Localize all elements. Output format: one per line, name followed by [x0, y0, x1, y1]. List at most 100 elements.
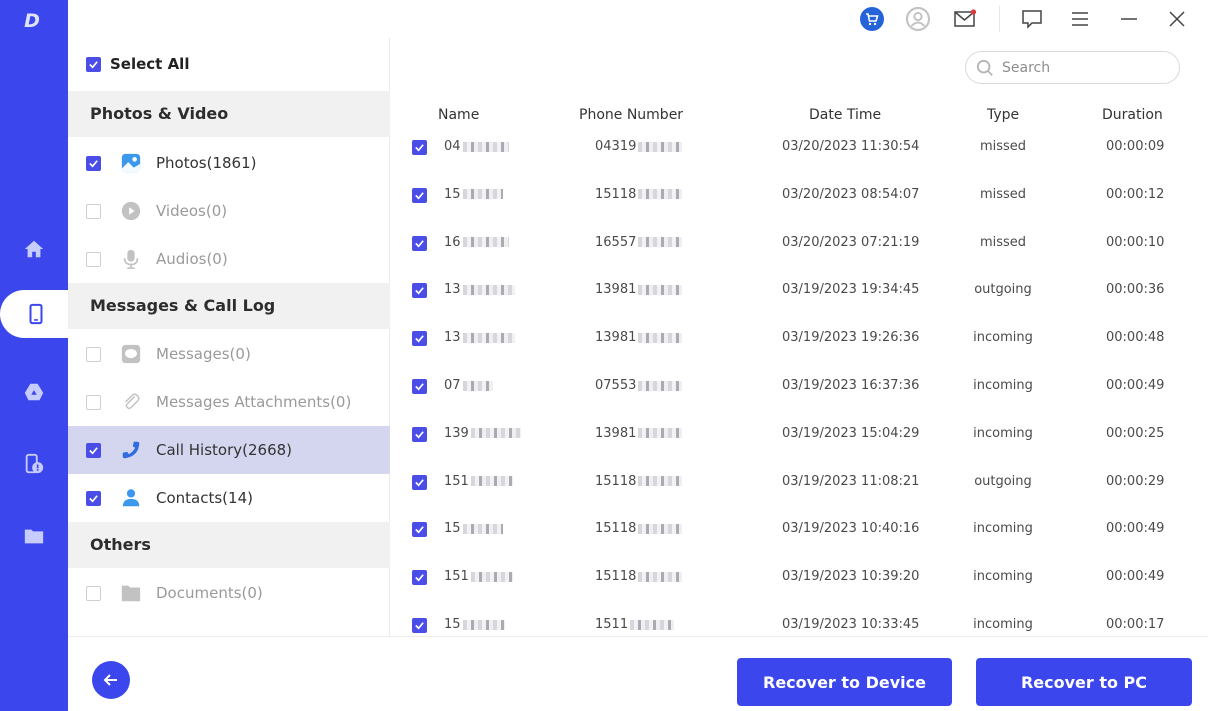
category-item-documents[interactable]: Documents(0)	[68, 569, 390, 617]
rail-item-device-alert[interactable]	[0, 440, 68, 488]
cell-name: 139	[444, 426, 521, 441]
group-header-others: Others	[68, 522, 390, 568]
row-checkbox[interactable]	[412, 187, 427, 203]
category-item-audios[interactable]: Audios(0)	[68, 235, 390, 283]
cell-type: incoming	[973, 617, 1033, 632]
category-item-contacts[interactable]: Contacts(14)	[68, 474, 390, 522]
checkbox[interactable]	[86, 56, 101, 72]
table-row[interactable]: 151 15118 03/19/2023 10:39:20 incoming 00:00…	[391, 569, 1208, 617]
left-nav-rail: D	[0, 0, 72, 711]
rail-item-google-drive[interactable]	[0, 368, 68, 416]
redacted-block	[470, 571, 513, 582]
cell-type: outgoing	[974, 473, 1032, 489]
search-input[interactable]	[1002, 59, 1162, 76]
cell-phone: 04319	[595, 139, 683, 154]
redacted-block	[462, 141, 509, 152]
checkbox[interactable]	[86, 490, 101, 506]
name-prefix: 15	[444, 186, 461, 202]
cell-datetime: 03/19/2023 10:39:20	[782, 569, 920, 585]
cell-duration: 00:00:36	[1106, 282, 1165, 298]
row-checkbox[interactable]	[412, 283, 427, 299]
category-item-call-history[interactable]: Call History(2668)	[68, 426, 390, 474]
minimize-button[interactable]	[1116, 6, 1142, 32]
menu-icon	[1072, 12, 1088, 26]
app-logo: D	[24, 10, 40, 32]
row-checkbox[interactable]	[412, 235, 427, 251]
name-prefix: 04	[444, 139, 461, 154]
name-prefix: 07	[444, 378, 461, 393]
close-button[interactable]	[1164, 6, 1190, 32]
table-row[interactable]: 04 04319 03/20/2023 11:30:54 missed 00:00:09	[391, 139, 1208, 187]
checkbox[interactable]	[86, 203, 101, 219]
phone-prefix: 13981	[595, 282, 637, 298]
recover-to-pc-button[interactable]: Recover to PC	[976, 658, 1192, 706]
feedback-button[interactable]	[1019, 6, 1045, 32]
row-checkbox[interactable]	[412, 570, 427, 586]
checkbox[interactable]	[86, 155, 101, 171]
paperclip-icon	[124, 393, 140, 410]
rail-item-device[interactable]	[0, 290, 72, 338]
back-button[interactable]	[92, 661, 130, 699]
row-checkbox[interactable]	[412, 379, 427, 394]
name-prefix: 15	[444, 617, 461, 632]
rail-item-home[interactable]	[0, 225, 68, 273]
row-checkbox[interactable]	[412, 140, 427, 155]
table-row[interactable]: 151 15118 03/19/2023 11:08:21 outgoing 00:00…	[391, 474, 1208, 522]
cart-button[interactable]	[859, 6, 885, 32]
recover-to-device-button[interactable]: Recover to Device	[737, 658, 952, 706]
cell-name: 15	[444, 617, 505, 632]
category-item-messages-attachments[interactable]: Messages Attachments(0)	[68, 378, 390, 426]
table-row[interactable]: 07 07553 03/19/2023 16:37:36 incoming 00:00:…	[391, 378, 1208, 426]
cell-datetime: 03/19/2023 15:04:29	[782, 425, 920, 441]
table-row[interactable]: 15 15118 03/19/2023 10:40:16 incoming 00:00:…	[391, 521, 1208, 569]
column-header-name[interactable]: Name	[438, 107, 479, 123]
table-row[interactable]: 139 13981 03/19/2023 15:04:29 incoming 00:00…	[391, 426, 1208, 474]
select-all-checkbox[interactable]: Select All	[86, 55, 189, 73]
cell-datetime: 03/19/2023 10:40:16	[782, 521, 920, 537]
checkbox[interactable]	[86, 346, 101, 362]
cell-phone: 16557	[595, 235, 683, 250]
phone-call-icon	[122, 441, 140, 459]
redacted-block	[462, 284, 515, 295]
column-header-duration[interactable]: Duration	[1102, 107, 1163, 123]
category-item-videos[interactable]: Videos(0)	[68, 187, 390, 235]
redacted-block	[462, 619, 505, 630]
cell-duration: 00:00:49	[1106, 521, 1165, 537]
column-header-type[interactable]: Type	[987, 107, 1019, 123]
checkbox[interactable]	[86, 251, 101, 267]
row-checkbox[interactable]	[412, 426, 427, 442]
rail-item-files[interactable]	[0, 512, 68, 560]
microphone-icon	[123, 249, 139, 269]
menu-button[interactable]	[1067, 6, 1093, 32]
table-row[interactable]: 13 13981 03/19/2023 19:26:36 incoming 00:00:…	[391, 330, 1208, 378]
checkbox[interactable]	[86, 585, 101, 601]
column-header-date-time[interactable]: Date Time	[809, 107, 881, 123]
category-panel: Select All Photos & Video Photos(1861) V…	[68, 38, 390, 636]
redacted-block	[638, 428, 683, 439]
category-item-photos[interactable]: Photos(1861)	[68, 139, 390, 187]
mail-button[interactable]	[952, 6, 978, 32]
column-header-phone-number[interactable]: Phone Number	[579, 107, 683, 123]
row-checkbox[interactable]	[412, 474, 427, 490]
account-button[interactable]	[905, 6, 931, 32]
table-row[interactable]: 15 15118 03/20/2023 08:54:07 missed 00:00:12	[391, 187, 1208, 235]
user-avatar-icon	[905, 6, 931, 32]
redacted-block	[638, 523, 683, 534]
search-box[interactable]	[965, 51, 1180, 84]
checkbox[interactable]	[86, 442, 101, 458]
cell-name: 13	[444, 282, 515, 297]
checkbox[interactable]	[86, 394, 101, 410]
row-checkbox[interactable]	[412, 522, 427, 538]
phone-prefix: 15118	[595, 186, 637, 202]
table-row[interactable]: 13 13981 03/19/2023 19:34:45 outgoing 00:00:…	[391, 282, 1208, 330]
row-checkbox[interactable]	[412, 331, 427, 347]
phone-prefix: 07553	[595, 378, 637, 393]
category-item-messages[interactable]: Messages(0)	[68, 330, 390, 378]
device-alert-icon	[25, 453, 44, 474]
name-prefix: 16	[444, 234, 461, 250]
category-label: Documents(0)	[156, 584, 263, 602]
redacted-block	[638, 237, 683, 248]
table-header: Name Phone Number Date Time Type Duratio…	[391, 104, 1208, 130]
row-checkbox[interactable]	[412, 618, 427, 633]
table-row[interactable]: 16 16557 03/20/2023 07:21:19 missed 00:00:10	[391, 235, 1208, 283]
